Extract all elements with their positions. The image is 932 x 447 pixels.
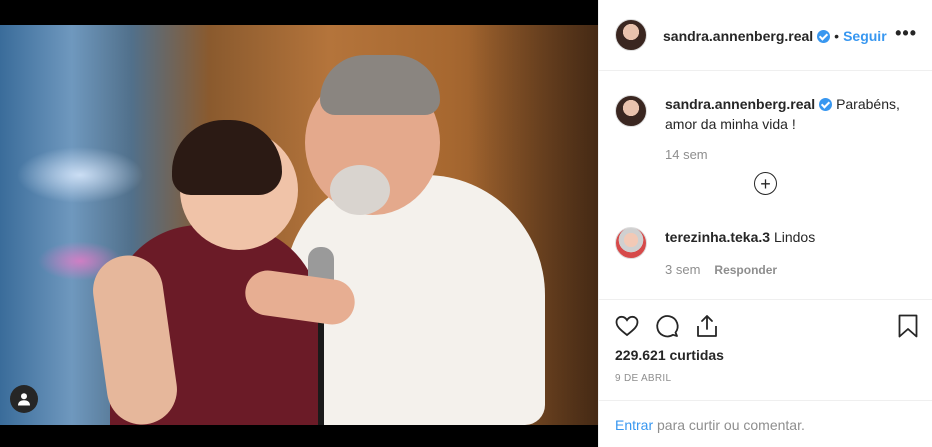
follow-button[interactable]: Seguir bbox=[843, 28, 887, 44]
post-header: sandra.annenberg.real • Seguir ••• bbox=[599, 0, 932, 71]
post-username[interactable]: sandra.annenberg.real bbox=[663, 28, 813, 44]
reply-button[interactable]: Responder bbox=[714, 263, 777, 277]
post-date[interactable]: 9 DE ABRIL bbox=[615, 373, 671, 384]
photo-pane bbox=[0, 0, 598, 447]
login-prompt-text: para curtir ou comentar. bbox=[653, 417, 805, 433]
comment-button[interactable] bbox=[654, 313, 680, 339]
likes-count[interactable]: 229.621 curtidas bbox=[615, 347, 724, 363]
separator-dot: • bbox=[834, 28, 840, 44]
post-photo[interactable] bbox=[0, 25, 598, 425]
post-actions: 229.621 curtidas 9 DE ABRIL Entrar para … bbox=[599, 299, 932, 447]
heart-icon bbox=[615, 315, 639, 337]
login-prompt: Entrar para curtir ou comentar. bbox=[599, 400, 932, 447]
plus-circle-icon: + bbox=[760, 173, 771, 194]
tagged-users-button[interactable] bbox=[10, 385, 38, 413]
like-button[interactable] bbox=[614, 313, 640, 339]
caption-username[interactable]: sandra.annenberg.real bbox=[665, 96, 815, 112]
instagram-post-modal: sandra.annenberg.real • Seguir ••• sandra.… bbox=[0, 0, 932, 447]
caption: sandra.annenberg.real Parabéns, amor da … bbox=[665, 94, 915, 134]
caption-time[interactable]: 14 sem bbox=[665, 147, 708, 162]
verified-badge-icon bbox=[817, 30, 831, 43]
caption-avatar[interactable] bbox=[615, 95, 647, 127]
comment-icon bbox=[656, 315, 679, 338]
comment-time[interactable]: 3 sem bbox=[665, 262, 700, 277]
comment-text: Lindos bbox=[773, 229, 816, 245]
share-button[interactable] bbox=[694, 313, 720, 339]
share-icon bbox=[697, 315, 717, 337]
comment: terezinha.teka.3 Lindos bbox=[665, 227, 815, 247]
user-icon bbox=[18, 393, 30, 406]
save-button[interactable] bbox=[895, 313, 921, 339]
login-link[interactable]: Entrar bbox=[615, 417, 653, 433]
more-options-button[interactable]: ••• bbox=[895, 24, 917, 42]
avatar[interactable] bbox=[615, 19, 647, 51]
verified-badge-icon bbox=[819, 98, 833, 111]
load-more-comments-button[interactable]: + bbox=[754, 172, 777, 195]
post-side-panel: sandra.annenberg.real • Seguir ••• sandra.… bbox=[598, 0, 932, 447]
comment-username[interactable]: terezinha.teka.3 bbox=[665, 229, 770, 245]
bookmark-icon bbox=[898, 314, 918, 338]
comment-avatar[interactable] bbox=[615, 227, 647, 259]
